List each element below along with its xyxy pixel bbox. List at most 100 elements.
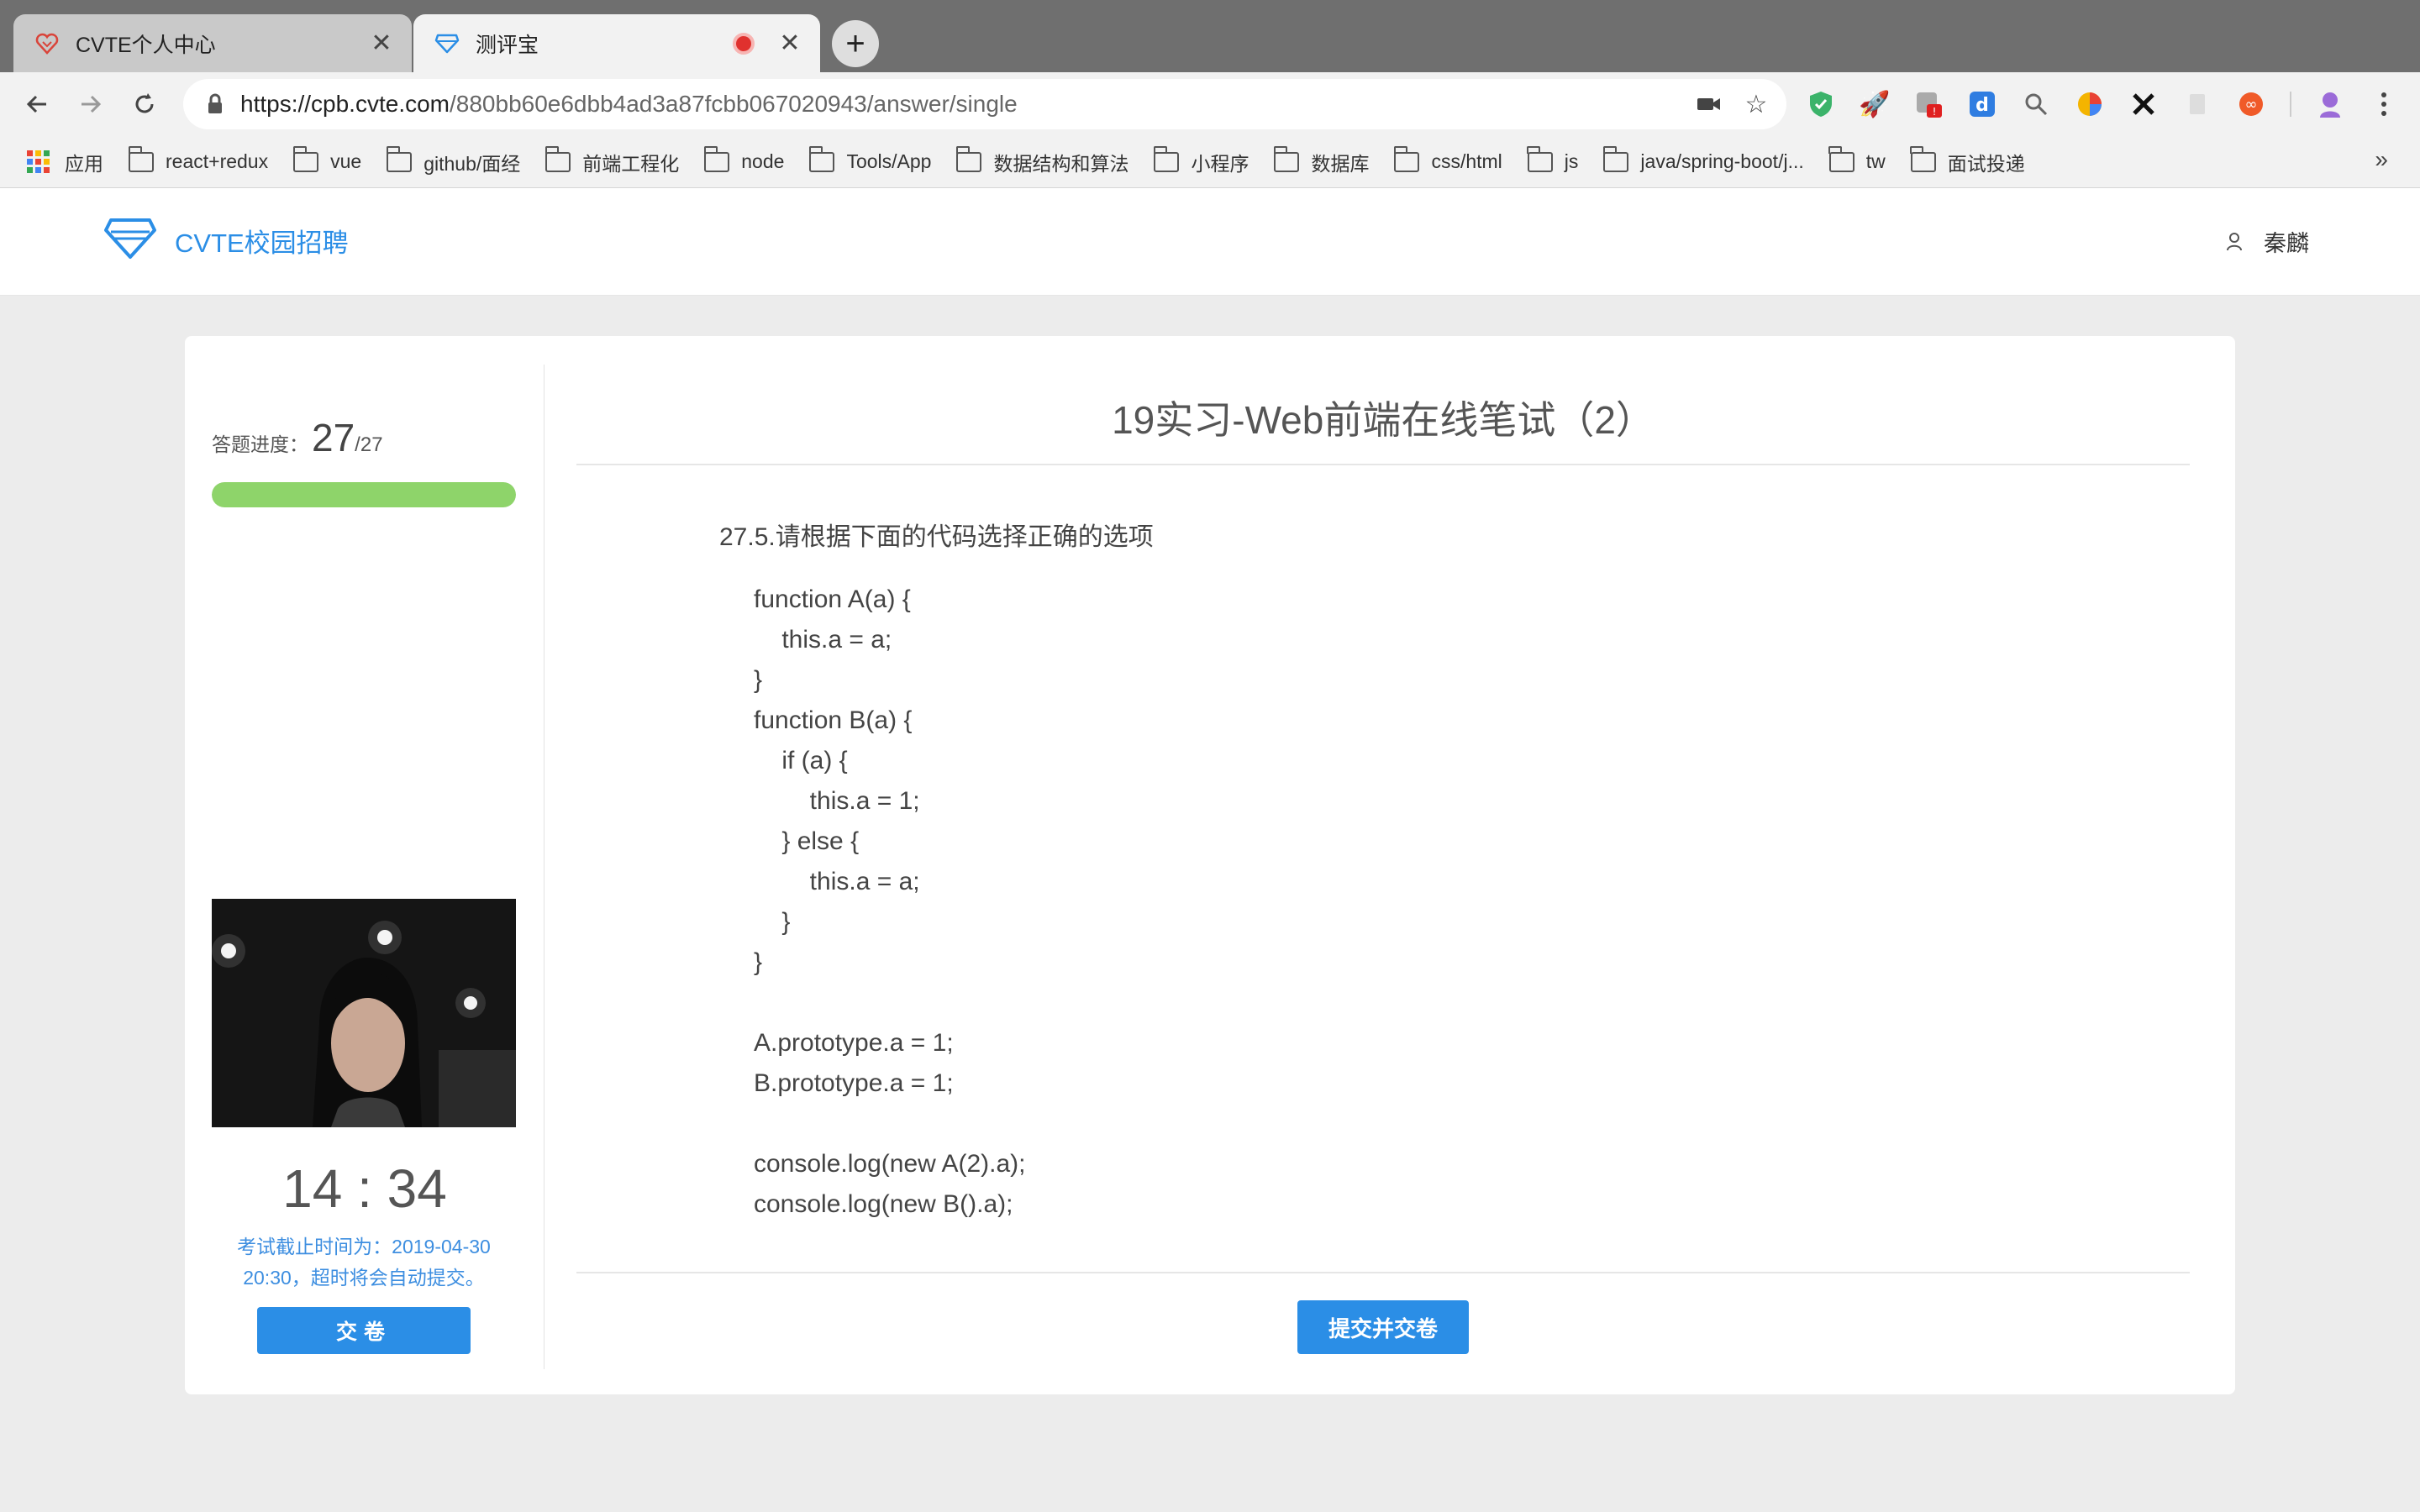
bookmark-label: 数据库 <box>1311 152 1370 175</box>
folder-icon <box>808 145 835 172</box>
bookmark-folder[interactable]: java/spring-boot/j... <box>1602 145 1804 173</box>
close-tab-icon[interactable]: ✕ <box>365 27 398 60</box>
folder-icon <box>703 145 730 172</box>
code-line: } <box>754 908 791 936</box>
code-line: } <box>754 948 763 976</box>
bookmark-folder[interactable]: 小程序 <box>1153 145 1249 176</box>
folder-icon <box>1273 145 1300 172</box>
bookmark-label: css/html <box>1431 150 1502 172</box>
reload-icon[interactable] <box>123 82 166 126</box>
code-line: this.a = a; <box>754 868 920 895</box>
diamond-icon <box>434 30 460 57</box>
url-text[interactable]: https://cpb.cvte.com/880bb60e6dbb4ad3a87… <box>240 91 1686 118</box>
back-icon[interactable] <box>15 82 59 126</box>
bookmark-label: tw <box>1865 150 1886 172</box>
tab-title: CVTE个人中心 <box>76 33 216 57</box>
bookmark-label: 数据结构和算法 <box>993 152 1129 175</box>
site-logo[interactable]: CVTE校园招聘 <box>103 215 349 266</box>
bookmark-label: 应用 <box>65 152 103 175</box>
cross-tools-extension-icon[interactable] <box>2121 81 2166 127</box>
exam-card: 答题进度： 27 /27 14 : 34 考试截止时间为：2019-04-30 … <box>185 336 2235 1394</box>
folder-icon <box>1910 145 1936 172</box>
bookmarks-bar: 应用 react+redux vue github/面经 前端工程化 node … <box>0 136 2420 188</box>
code-line: console.log(new B().a); <box>754 1190 1013 1218</box>
code-line: function A(a) { <box>754 585 911 613</box>
bookmark-folder[interactable]: Tools/App <box>808 145 932 173</box>
progress-bar <box>212 482 516 507</box>
lock-icon[interactable] <box>200 93 230 115</box>
code-line: } <box>754 666 763 694</box>
bookmark-folder[interactable]: 数据结构和算法 <box>955 145 1129 176</box>
submit-and-finish-button[interactable]: 提交并交卷 <box>1297 1300 1469 1354</box>
camera-in-use-icon[interactable] <box>1686 81 1733 128</box>
new-tab-button[interactable]: + <box>832 20 879 67</box>
bookmark-apps[interactable]: 应用 <box>27 148 103 176</box>
bookmark-folder[interactable]: js <box>1527 145 1578 173</box>
folder-icon <box>1527 145 1553 172</box>
more-bookmarks-button[interactable]: » <box>2375 146 2388 173</box>
bookmark-folder[interactable]: 数据库 <box>1273 145 1370 176</box>
bookmark-folder[interactable]: 前端工程化 <box>544 145 680 176</box>
code-line: this.a = a; <box>754 626 892 654</box>
profile-avatar-icon[interactable] <box>2307 81 2353 127</box>
bookmark-folder[interactable]: css/html <box>1393 145 1502 173</box>
bookmark-folder[interactable]: node <box>703 145 785 173</box>
progress-bar-fill <box>212 482 516 507</box>
bookmark-label: 前端工程化 <box>582 152 680 175</box>
browser-tab-bar: CVTE个人中心 ✕ 测评宝 ✕ + <box>0 0 2420 72</box>
bookmark-folder[interactable]: tw <box>1828 145 1886 173</box>
svg-text:∞: ∞ <box>2245 96 2258 113</box>
close-tab-icon[interactable]: ✕ <box>773 27 807 60</box>
svg-text:!: ! <box>1933 106 1937 118</box>
question-title: 27.5.请根据下面的代码选择正确的选项 <box>719 523 1154 551</box>
infinity-extension-icon[interactable]: ∞ <box>2228 81 2274 127</box>
extensions-area: 🚀 ! d ∞ <box>1798 81 2415 128</box>
colorful-extension-icon[interactable] <box>2067 81 2112 127</box>
magnifier-extension-icon[interactable] <box>2013 81 2059 127</box>
folder-icon <box>1828 145 1854 172</box>
address-bar[interactable]: https://cpb.cvte.com/880bb60e6dbb4ad3a87… <box>183 79 1786 129</box>
bookmark-label: vue <box>330 150 362 172</box>
bookmark-label: Tools/App <box>846 150 932 172</box>
divider <box>576 464 2190 465</box>
countdown-timer: 14 : 34 <box>282 1158 447 1219</box>
forward-icon[interactable] <box>69 82 113 126</box>
submit-exam-button[interactable]: 交卷 <box>257 1307 471 1354</box>
progress-total: /27 <box>355 433 383 456</box>
diamond-logo-icon <box>103 215 158 266</box>
exam-title: 19实习-Web前端在线笔试（2） <box>1112 398 1655 442</box>
progress-label: 答题进度： 27 /27 <box>212 415 383 460</box>
code-line: function B(a) { <box>754 706 913 734</box>
bookmark-label: java/spring-boot/j... <box>1640 150 1804 172</box>
bookmark-folder[interactable]: react+redux <box>128 145 268 173</box>
bookmark-label: 面试投递 <box>1947 152 2025 175</box>
tab-cepingbao[interactable]: 测评宝 ✕ <box>413 14 820 72</box>
bookmark-star-icon[interactable]: ☆ <box>1733 81 1780 128</box>
bookmark-folder[interactable]: github/面经 <box>386 145 520 176</box>
tab-cvte-personal-center[interactable]: CVTE个人中心 ✕ <box>13 14 412 72</box>
bookmark-folder[interactable]: vue <box>292 145 362 173</box>
code-line: if (a) { <box>754 747 848 774</box>
folder-icon <box>955 145 982 172</box>
apps-grid-icon <box>27 150 50 173</box>
site-header: CVTE校园招聘 秦麟 <box>0 188 2420 296</box>
shield-extension-icon[interactable] <box>1798 81 1844 127</box>
d-extension-icon[interactable]: d <box>1960 81 2005 127</box>
code-line: } else { <box>754 827 860 855</box>
rocket-extension-icon[interactable]: 🚀 <box>1852 81 1897 127</box>
kebab-menu-icon[interactable] <box>2361 81 2407 127</box>
folder-icon <box>1153 145 1180 172</box>
cvte-heart-icon <box>34 30 60 57</box>
page-extension-icon[interactable] <box>2175 81 2220 127</box>
user-menu[interactable]: 秦麟 <box>2227 225 2309 258</box>
bookmark-folder[interactable]: 面试投递 <box>1910 145 2025 176</box>
divider <box>576 1272 2190 1273</box>
bookmark-label: node <box>741 150 785 172</box>
folder-icon <box>544 145 571 172</box>
badge-extension-icon[interactable]: ! <box>1906 81 1951 127</box>
recording-icon <box>733 32 755 55</box>
browser-toolbar: https://cpb.cvte.com/880bb60e6dbb4ad3a87… <box>0 72 2420 136</box>
folder-icon <box>1602 145 1629 172</box>
